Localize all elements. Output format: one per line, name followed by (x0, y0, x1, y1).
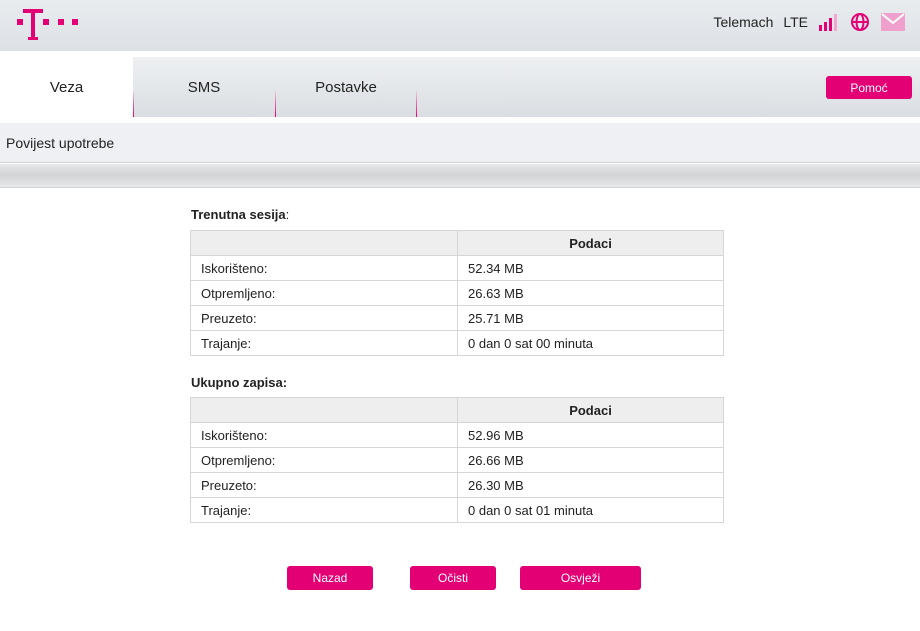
tab-label: SMS (187, 78, 221, 96)
table-row: Iskorišteno: 52.96 MB (190, 422, 724, 448)
table-row: Podaci (190, 397, 724, 423)
tab-label: Postavke (315, 78, 377, 96)
column-header: Podaci (457, 230, 724, 256)
table-cell: Preuzeto: (190, 472, 458, 498)
mail-icon[interactable] (880, 12, 906, 32)
page-title: Povijest upotrebe (0, 123, 920, 163)
table-cell: 26.63 MB (457, 280, 724, 306)
current-session-title: Trenutna sesija: (191, 207, 290, 222)
table-row: Preuzeto: 25.71 MB (190, 305, 724, 331)
header-empty (190, 397, 458, 423)
tab-postavke[interactable]: Postavke (275, 57, 417, 117)
table-cell: Iskorišteno: (190, 422, 458, 448)
refresh-button[interactable]: Osvježi (520, 566, 641, 590)
operator-name: Telemach (713, 14, 774, 30)
total-records-title: Ukupno zapisa: (191, 375, 288, 390)
table-cell: 52.96 MB (457, 422, 724, 448)
header: Telemach LTE (0, 0, 920, 51)
globe-icon[interactable] (850, 12, 870, 32)
table-cell: 26.30 MB (457, 472, 724, 498)
table-cell: Trajanje: (190, 497, 458, 523)
network-type: LTE (783, 14, 808, 30)
table-cell: Iskorišteno: (190, 255, 458, 281)
divider-strip (0, 164, 920, 188)
table-cell: 0 dan 0 sat 00 minuta (457, 330, 724, 356)
tab-label: Veza (49, 78, 84, 96)
table-row: Podaci (190, 230, 724, 256)
table-cell: Preuzeto: (190, 305, 458, 331)
table-cell: 25.71 MB (457, 305, 724, 331)
table-row: Iskorišteno: 52.34 MB (190, 255, 724, 281)
main-tabs: Veza SMS Postavke Pomoć (0, 57, 920, 117)
table-row: Trajanje: 0 dan 0 sat 00 minuta (190, 330, 724, 356)
table-cell: Otpremljeno: (190, 447, 458, 473)
table-cell: 26.66 MB (457, 447, 724, 473)
table-cell: 52.34 MB (457, 255, 724, 281)
signal-icon (819, 14, 837, 31)
current-session-table: Podaci Iskorišteno: 52.34 MB Otpremljeno:… (190, 230, 724, 356)
total-records-table: Podaci Iskorišteno: 52.96 MB Otpremljeno:… (190, 397, 724, 523)
tab-veza[interactable]: Veza (0, 57, 133, 117)
header-empty (190, 230, 458, 256)
clear-button[interactable]: Očisti (410, 566, 496, 590)
tab-sms[interactable]: SMS (133, 57, 275, 117)
table-row: Preuzeto: 26.30 MB (190, 472, 724, 498)
table-cell: Trajanje: (190, 330, 458, 356)
status-area: Telemach LTE (713, 12, 906, 32)
back-button[interactable]: Nazad (287, 566, 373, 590)
help-button[interactable]: Pomoć (826, 76, 912, 99)
table-row: Trajanje: 0 dan 0 sat 01 minuta (190, 497, 724, 523)
telekom-logo (17, 9, 78, 40)
table-row: Otpremljeno: 26.66 MB (190, 447, 724, 473)
column-header: Podaci (457, 397, 724, 423)
table-cell: 0 dan 0 sat 01 minuta (457, 497, 724, 523)
table-cell: Otpremljeno: (190, 280, 458, 306)
table-row: Otpremljeno: 26.63 MB (190, 280, 724, 306)
